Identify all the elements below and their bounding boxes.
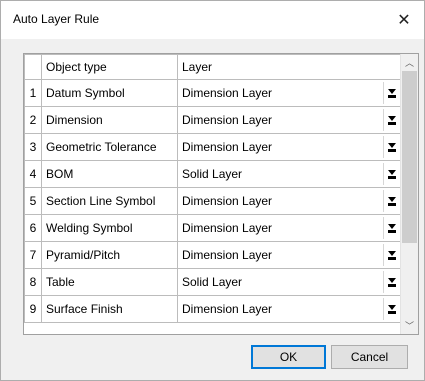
table-row: 4 BOM Solid Layer xyxy=(24,160,403,188)
layer-cell: Dimension Layer xyxy=(177,295,403,323)
title-bar: Auto Layer Rule ✕ xyxy=(1,1,424,39)
chevron-up-icon: ︿ xyxy=(404,58,414,68)
dropdown-arrow-icon[interactable] xyxy=(383,298,400,320)
dropdown-arrow-icon[interactable] xyxy=(383,82,400,104)
vertical-scrollbar[interactable]: ︿ ﹀ xyxy=(400,54,418,334)
layer-dropdown-value: Dimension Layer xyxy=(182,248,273,262)
layer-cell: Dimension Layer xyxy=(177,214,403,242)
close-icon: ✕ xyxy=(397,12,411,29)
layer-dropdown-value: Dimension Layer xyxy=(182,194,273,208)
dropdown-arrow-icon[interactable] xyxy=(383,163,400,185)
layer-cell: Solid Layer xyxy=(177,268,403,296)
scrollbar-thumb[interactable] xyxy=(402,71,417,243)
object-type-cell: Dimension xyxy=(41,106,178,134)
object-type-cell: Surface Finish xyxy=(41,295,178,323)
layer-dropdown-value: Solid Layer xyxy=(182,275,243,289)
layer-cell: Dimension Layer xyxy=(177,241,403,269)
layer-dropdown[interactable]: Dimension Layer xyxy=(178,108,402,132)
layer-dropdown[interactable]: Dimension Layer xyxy=(178,216,402,240)
table-header-row: Object type Layer xyxy=(24,54,403,80)
layer-dropdown-value: Dimension Layer xyxy=(182,140,273,154)
layer-rule-table: Object type Layer 1 Datum Symbol Dimension… xyxy=(24,54,403,323)
layer-dropdown-value: Dimension Layer xyxy=(182,302,273,316)
object-type-cell: Section Line Symbol xyxy=(41,187,178,215)
dropdown-arrow-icon[interactable] xyxy=(383,190,400,212)
layer-cell: Dimension Layer xyxy=(177,79,403,107)
table-row: 3 Geometric Tolerance Dimension Layer xyxy=(24,133,403,161)
row-number: 1 xyxy=(24,79,42,107)
layer-dropdown[interactable]: Dimension Layer xyxy=(178,135,402,159)
row-number: 4 xyxy=(24,160,42,188)
layer-dropdown-value: Dimension Layer xyxy=(182,113,273,127)
table-row: 7 Pyramid/Pitch Dimension Layer xyxy=(24,241,403,269)
layer-dropdown[interactable]: Solid Layer xyxy=(178,162,402,186)
dialog-title: Auto Layer Rule xyxy=(13,12,100,26)
layer-dropdown[interactable]: Dimension Layer xyxy=(178,81,402,105)
layer-dropdown-value: Dimension Layer xyxy=(182,221,273,235)
chevron-down-icon: ﹀ xyxy=(404,321,414,331)
close-button[interactable]: ✕ xyxy=(384,1,424,39)
layer-cell: Dimension Layer xyxy=(177,133,403,161)
object-type-cell: Welding Symbol xyxy=(41,214,178,242)
table-row: 2 Dimension Dimension Layer xyxy=(24,106,403,134)
table-row: 5 Section Line Symbol Dimension Layer xyxy=(24,187,403,215)
layer-dropdown-value: Dimension Layer xyxy=(182,86,273,100)
table-row: 1 Datum Symbol Dimension Layer xyxy=(24,79,403,107)
table-row: 8 Table Solid Layer xyxy=(24,268,403,296)
table-row: 6 Welding Symbol Dimension Layer xyxy=(24,214,403,242)
object-type-cell: Geometric Tolerance xyxy=(41,133,178,161)
layer-cell: Dimension Layer xyxy=(177,106,403,134)
layer-cell: Dimension Layer xyxy=(177,187,403,215)
dropdown-arrow-icon[interactable] xyxy=(383,217,400,239)
row-number: 5 xyxy=(24,187,42,215)
layer-dropdown[interactable]: Dimension Layer xyxy=(178,243,402,267)
row-number: 3 xyxy=(24,133,42,161)
row-number-header xyxy=(24,54,42,80)
row-number: 9 xyxy=(24,295,42,323)
layer-cell: Solid Layer xyxy=(177,160,403,188)
dropdown-arrow-icon[interactable] xyxy=(383,271,400,293)
table-row: 9 Surface Finish Dimension Layer xyxy=(24,295,403,323)
layer-dropdown-value: Solid Layer xyxy=(182,167,243,181)
object-type-cell: BOM xyxy=(41,160,178,188)
auto-layer-rule-dialog: Auto Layer Rule ✕ Object type Layer 1 Dat… xyxy=(0,0,425,381)
object-type-header: Object type xyxy=(41,54,178,80)
ok-button[interactable]: OK xyxy=(251,345,326,369)
scroll-down-button[interactable]: ﹀ xyxy=(401,317,418,334)
dropdown-arrow-icon[interactable] xyxy=(383,109,400,131)
layer-dropdown[interactable]: Solid Layer xyxy=(178,270,402,294)
layer-header: Layer xyxy=(177,54,403,80)
dropdown-arrow-icon[interactable] xyxy=(383,136,400,158)
layer-rule-grid: Object type Layer 1 Datum Symbol Dimension… xyxy=(23,53,419,335)
scroll-up-button[interactable]: ︿ xyxy=(401,54,418,71)
dropdown-arrow-icon[interactable] xyxy=(383,244,400,266)
row-number: 6 xyxy=(24,214,42,242)
layer-dropdown[interactable]: Dimension Layer xyxy=(178,297,402,321)
object-type-cell: Datum Symbol xyxy=(41,79,178,107)
object-type-cell: Pyramid/Pitch xyxy=(41,241,178,269)
layer-dropdown[interactable]: Dimension Layer xyxy=(178,189,402,213)
object-type-cell: Table xyxy=(41,268,178,296)
cancel-button[interactable]: Cancel xyxy=(331,345,408,369)
row-number: 7 xyxy=(24,241,42,269)
row-number: 8 xyxy=(24,268,42,296)
row-number: 2 xyxy=(24,106,42,134)
